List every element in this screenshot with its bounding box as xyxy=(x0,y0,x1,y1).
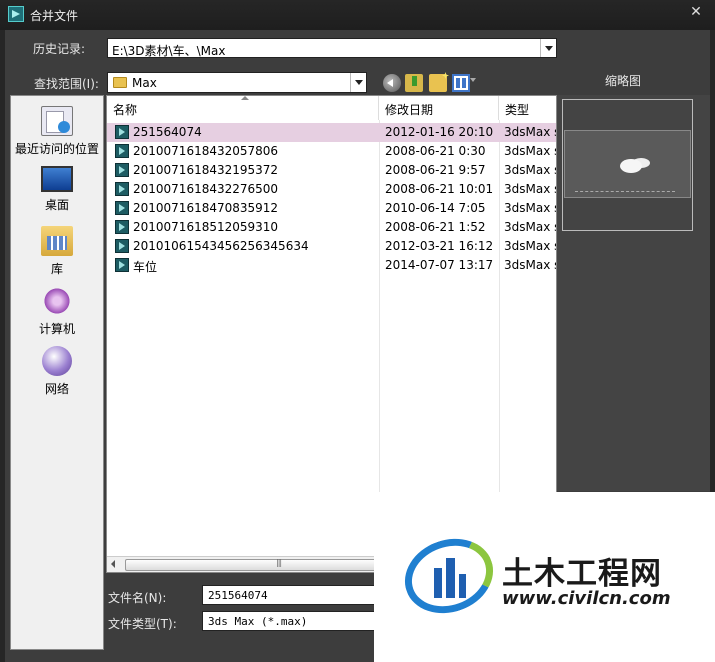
filetype-select[interactable]: 3ds Max (*.max) xyxy=(202,611,382,631)
file-name: 2010071618432195372 xyxy=(133,163,279,177)
new-folder-icon[interactable] xyxy=(429,74,447,92)
file-type: 3dsMax sc xyxy=(504,220,556,234)
file-date: 2012-03-21 16:12 xyxy=(385,239,494,253)
watermark-title: 土木工程网 xyxy=(502,556,662,592)
place-label: 计算机 xyxy=(38,322,75,336)
view-menu-icon[interactable] xyxy=(452,74,470,92)
place-computer[interactable]: 计算机 xyxy=(11,286,103,337)
file-row[interactable]: 2010071618432195372 2008-06-21 9:57 3dsM… xyxy=(107,161,556,180)
file-type: 3dsMax sc xyxy=(504,125,556,139)
filetype-value: 3ds Max (*.max) xyxy=(208,615,308,628)
file-row[interactable]: 车位 2014-07-07 13:17 3dsMax sc xyxy=(107,256,556,275)
lookin-value: Max xyxy=(132,76,157,90)
file-date: 2008-06-21 9:57 xyxy=(385,163,486,177)
column-header-type[interactable]: 类型 xyxy=(499,96,556,120)
file-name: 车位 xyxy=(133,260,158,274)
back-icon[interactable] xyxy=(383,74,401,92)
filetype-label: 文件类型(T): xyxy=(108,617,177,631)
file-row[interactable]: 20101061543456256345634 2012-03-21 16:12… xyxy=(107,237,556,256)
place-desktop[interactable]: 桌面 xyxy=(11,166,103,213)
lookin-combo[interactable]: Max xyxy=(107,72,367,93)
max-file-icon xyxy=(115,220,129,234)
max-file-icon xyxy=(115,125,129,139)
view-dropdown-caret-icon[interactable] xyxy=(470,78,476,82)
watermark: 土木工程网 www.civilcn.com xyxy=(374,492,715,662)
file-row[interactable]: 2010071618432057806 2008-06-21 0:30 3dsM… xyxy=(107,142,556,161)
file-date: 2014-07-07 13:17 xyxy=(385,258,494,272)
thumbnail-image xyxy=(564,130,691,198)
desktop-icon xyxy=(41,166,73,192)
thumbnail-label: 缩略图 xyxy=(605,74,642,88)
max-file-icon xyxy=(115,258,129,272)
file-type: 3dsMax sc xyxy=(504,258,556,272)
place-label: 库 xyxy=(50,262,63,276)
lookin-label: 查找范围(I): xyxy=(34,77,99,91)
up-folder-icon[interactable] xyxy=(405,74,423,92)
window-title: 合并文件 xyxy=(30,9,79,23)
library-icon xyxy=(41,226,73,256)
sort-ascending-icon xyxy=(241,96,249,100)
file-type: 3dsMax sc xyxy=(504,239,556,253)
history-label: 历史记录: xyxy=(33,42,86,56)
file-name: 2010071618512059310 xyxy=(133,220,279,234)
file-row[interactable]: 2010071618512059310 2008-06-21 1:52 3dsM… xyxy=(107,218,556,237)
history-combo[interactable]: E:\3D素材\车、\Max xyxy=(107,38,557,58)
file-date: 2008-06-21 0:30 xyxy=(385,144,486,158)
file-name: 251564074 xyxy=(133,125,202,139)
place-label: 网络 xyxy=(44,382,69,396)
watermark-url: www.civilcn.com xyxy=(502,588,671,609)
max-file-icon xyxy=(115,144,129,158)
place-label: 最近访问的位置 xyxy=(14,142,99,156)
civilcn-logo-icon xyxy=(394,526,504,626)
file-name: 20101061543456256345634 xyxy=(133,239,309,253)
close-button[interactable]: ✕ xyxy=(687,3,705,21)
places-bar: 最近访问的位置 桌面 库 计算机 网络 xyxy=(10,95,104,650)
file-date: 2010-06-14 7:05 xyxy=(385,201,486,215)
max-file-icon xyxy=(115,182,129,196)
place-label: 桌面 xyxy=(44,198,69,212)
chevron-down-icon[interactable] xyxy=(350,73,366,92)
filename-value: 251564074 xyxy=(208,589,268,602)
recent-places-icon xyxy=(41,106,73,136)
file-name: 2010071618432057806 xyxy=(133,144,279,158)
computer-icon xyxy=(43,286,71,316)
file-name: 2010071618432276500 xyxy=(133,182,279,196)
file-date: 2008-06-21 10:01 xyxy=(385,182,494,196)
max-file-icon xyxy=(115,239,129,253)
column-header-date[interactable]: 修改日期 xyxy=(379,96,499,120)
history-value: E:\3D素材\车、\Max xyxy=(112,44,226,58)
network-icon xyxy=(42,346,72,376)
filename-label: 文件名(N): xyxy=(108,591,167,605)
max-file-icon xyxy=(115,163,129,177)
place-library[interactable]: 库 xyxy=(11,226,103,277)
file-type: 3dsMax sc xyxy=(504,201,556,215)
folder-icon xyxy=(113,77,127,88)
file-row[interactable]: 2010071618470835912 2010-06-14 7:05 3dsM… xyxy=(107,199,556,218)
file-row[interactable]: 2010071618432276500 2008-06-21 10:01 3ds… xyxy=(107,180,556,199)
file-date: 2008-06-21 1:52 xyxy=(385,220,486,234)
max-file-icon xyxy=(115,201,129,215)
place-recent[interactable]: 最近访问的位置 xyxy=(11,106,103,157)
file-type: 3dsMax sc xyxy=(504,163,556,177)
chevron-down-icon[interactable] xyxy=(540,39,556,57)
file-type: 3dsMax sc xyxy=(504,144,556,158)
file-row[interactable]: 251564074 2012-01-16 20:10 3dsMax sc xyxy=(107,123,556,142)
scroll-left-icon[interactable] xyxy=(111,560,115,568)
3dsmax-app-icon xyxy=(8,6,24,22)
file-date: 2012-01-16 20:10 xyxy=(385,125,494,139)
file-name: 2010071618470835912 xyxy=(133,201,279,215)
title-bar: 合并文件 ✕ xyxy=(0,0,715,30)
file-type: 3dsMax sc xyxy=(504,182,556,196)
place-network[interactable]: 网络 xyxy=(11,346,103,397)
filename-input[interactable]: 251564074 xyxy=(202,585,382,605)
